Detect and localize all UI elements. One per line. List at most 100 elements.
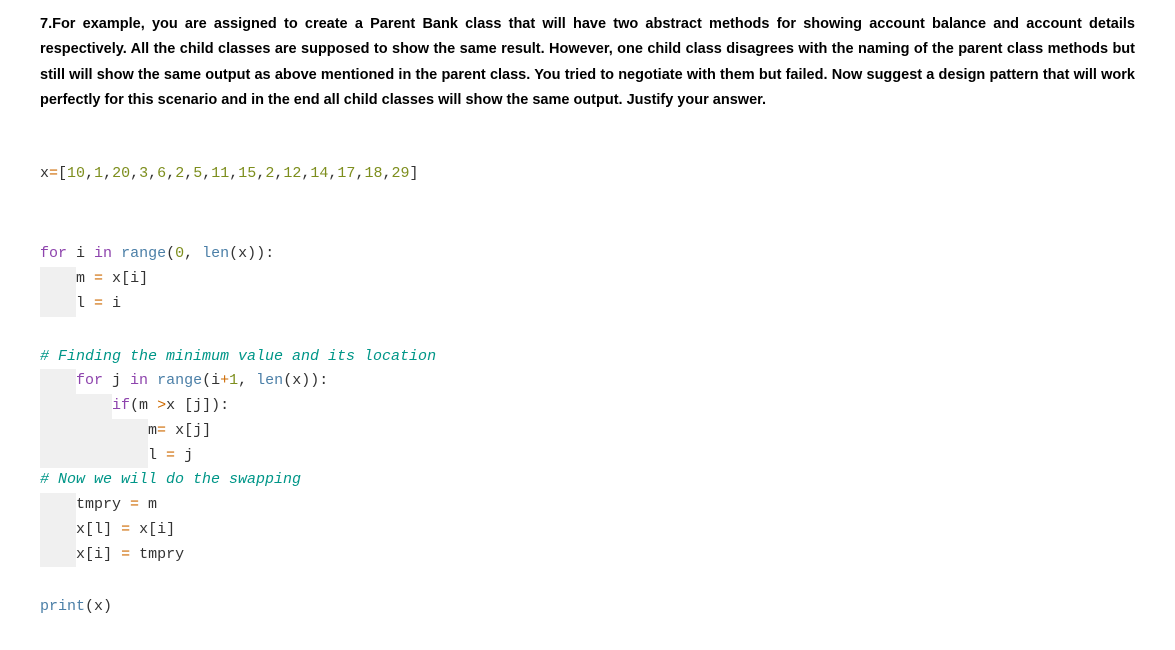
code-token: +	[220, 372, 229, 389]
code-token: tmpry	[130, 546, 184, 563]
code-token: l	[94, 521, 103, 538]
code-token: i	[211, 372, 220, 389]
code-token: i	[157, 521, 166, 538]
code-token: [	[121, 270, 130, 287]
code-token: # Finding the minimum value and its loca…	[40, 348, 436, 365]
code-token: ]	[166, 521, 175, 538]
code-token: x	[292, 372, 301, 389]
code-token: x	[130, 521, 148, 538]
code-token: [	[58, 165, 67, 182]
code-token: x	[166, 397, 184, 414]
code-token: for	[40, 245, 67, 262]
code-token: j	[193, 422, 202, 439]
code-token: 6	[157, 165, 166, 182]
code-line-l-update: l = j	[40, 444, 1135, 469]
code-token: (	[229, 245, 238, 262]
code-token: ]	[202, 422, 211, 439]
indent	[40, 419, 148, 444]
code-token: 10	[67, 165, 85, 182]
code-token: x	[76, 546, 85, 563]
code-token: ,	[85, 165, 94, 182]
code-blank	[40, 567, 1135, 595]
code-token: [	[85, 521, 94, 538]
code-token: print	[40, 598, 85, 615]
code-token: x	[40, 165, 49, 182]
code-token: 15	[238, 165, 256, 182]
code-line-comment-1: # Finding the minimum value and its loca…	[40, 345, 1135, 370]
code-token: x	[238, 245, 247, 262]
code-token: [	[85, 546, 94, 563]
code-token: ,	[274, 165, 283, 182]
code-token: [	[148, 521, 157, 538]
code-token: len	[256, 372, 283, 389]
code-block: x=[10,1,20,3,6,2,5,11,15,2,12,14,17,18,2…	[40, 162, 1135, 621]
code-token: ]	[410, 165, 419, 182]
code-token: 1	[229, 372, 238, 389]
code-token: ,	[130, 165, 139, 182]
code-token: in	[130, 372, 148, 389]
code-blank	[40, 186, 1135, 214]
code-blank	[40, 317, 1135, 345]
code-token: for	[76, 372, 103, 389]
indent	[40, 493, 76, 518]
code-token: range	[121, 245, 166, 262]
indent	[40, 369, 76, 394]
code-token: ,	[184, 245, 202, 262]
code-token: (	[85, 598, 94, 615]
code-token: ,	[238, 372, 256, 389]
code-token: (	[202, 372, 211, 389]
code-token: range	[157, 372, 202, 389]
code-token: if	[112, 397, 130, 414]
indent	[40, 292, 76, 317]
code-token: j	[193, 397, 202, 414]
code-token: i	[94, 546, 103, 563]
code-token: j	[103, 372, 130, 389]
code-line-comment-2: # Now we will do the swapping	[40, 468, 1135, 493]
code-line-swap1: x[l] = x[i]	[40, 518, 1135, 543]
code-token: =	[157, 422, 166, 439]
code-token: )	[310, 372, 319, 389]
code-token: ,	[256, 165, 265, 182]
code-token: l	[148, 447, 166, 464]
code-token: [	[184, 422, 193, 439]
code-line-if: if(m >x [j]):	[40, 394, 1135, 419]
code-token: 1	[94, 165, 103, 182]
code-token: m	[76, 270, 94, 287]
code-line-tmpry: tmpry = m	[40, 493, 1135, 518]
code-line-swap2: x[i] = tmpry	[40, 543, 1135, 568]
code-token: m	[139, 496, 157, 513]
code-line-m-assign: m = x[i]	[40, 267, 1135, 292]
code-token: 2	[175, 165, 184, 182]
code-token: 2	[265, 165, 274, 182]
code-token: ,	[184, 165, 193, 182]
code-blank	[40, 214, 1135, 242]
code-line-for-outer: for i in range(0, len(x)):	[40, 242, 1135, 267]
code-token: )	[247, 245, 256, 262]
code-token: ]	[103, 546, 112, 563]
code-token: i	[103, 295, 121, 312]
code-token: )	[256, 245, 265, 262]
code-token: 29	[391, 165, 409, 182]
code-token: 0	[175, 245, 184, 262]
code-token: ,	[166, 165, 175, 182]
code-token: )	[301, 372, 310, 389]
code-token: l	[76, 295, 94, 312]
code-token: 17	[337, 165, 355, 182]
code-token: 14	[310, 165, 328, 182]
indent	[40, 543, 76, 568]
code-token: 12	[283, 165, 301, 182]
code-token: =	[130, 496, 139, 513]
code-token: :	[265, 245, 274, 262]
code-token: =	[121, 546, 130, 563]
code-token: # Now we will do the swapping	[40, 471, 301, 488]
code-token: 3	[139, 165, 148, 182]
code-token: x	[76, 521, 85, 538]
code-token: x	[103, 270, 121, 287]
indent	[40, 518, 76, 543]
code-token: ,	[148, 165, 157, 182]
code-token: 11	[211, 165, 229, 182]
code-token: 5	[193, 165, 202, 182]
code-token: len	[202, 245, 229, 262]
indent	[40, 394, 112, 419]
code-token: (	[130, 397, 139, 414]
